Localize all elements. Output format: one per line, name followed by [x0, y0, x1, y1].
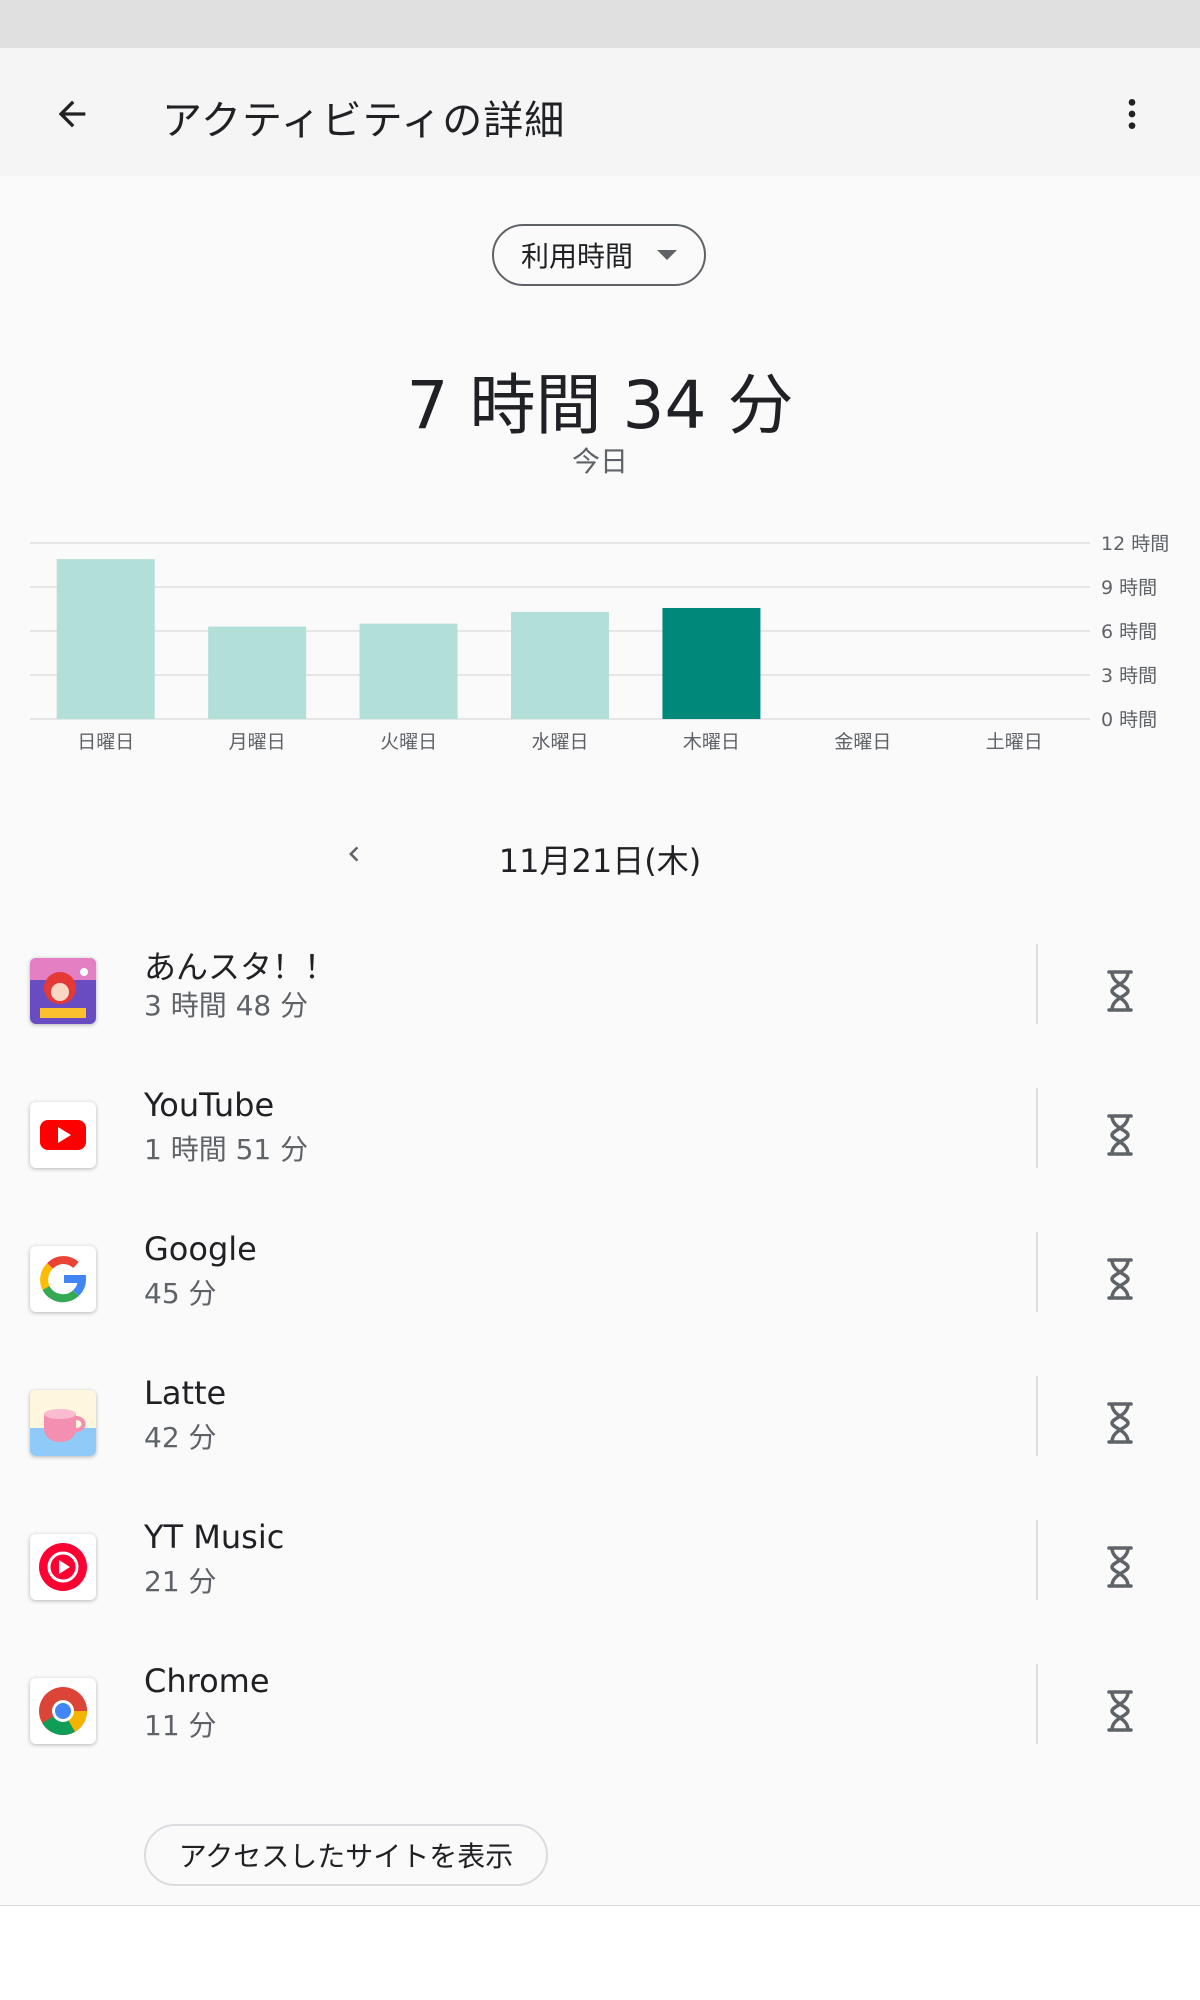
y-tick-label: 6 時間: [1101, 621, 1157, 643]
dropdown-arrow-icon: [657, 250, 677, 260]
divider: [1036, 1520, 1038, 1600]
ensemble-stars-icon: [30, 958, 96, 1024]
more-vert-icon: [1128, 99, 1136, 129]
x-tick-label: 金曜日: [834, 731, 891, 753]
google-icon: [30, 1246, 96, 1312]
metric-dropdown[interactable]: 利用時間: [492, 224, 706, 286]
chart-bar[interactable]: [511, 611, 609, 719]
hourglass-icon: [1107, 1402, 1133, 1444]
app-usage-time: 21 分: [144, 1565, 217, 1598]
app-timer-button[interactable]: [1090, 1534, 1150, 1600]
hourglass-icon: [1107, 1690, 1133, 1732]
y-tick-label: 9 時間: [1101, 577, 1157, 599]
y-tick-label: 12 時間: [1101, 533, 1169, 555]
youtube-icon: [30, 1102, 96, 1168]
x-tick-label: 水曜日: [531, 731, 588, 753]
arrow-left-icon: [58, 100, 86, 128]
divider: [1036, 944, 1038, 1024]
hourglass-icon: [1107, 1258, 1133, 1300]
x-tick-label: 木曜日: [683, 731, 740, 753]
app-name: Latte: [144, 1374, 227, 1412]
app-name: Chrome: [144, 1662, 270, 1700]
list-item[interactable]: Chrome 11 分: [0, 1640, 1200, 1784]
hourglass-icon: [1107, 1114, 1133, 1156]
page-title: アクティビティの詳細: [162, 98, 566, 144]
list-item[interactable]: Latte 42 分: [0, 1352, 1200, 1496]
y-tick-label: 3 時間: [1101, 665, 1157, 687]
x-tick-label: 月曜日: [229, 731, 286, 753]
app-usage-time: 1 時間 51 分: [144, 1133, 309, 1166]
metric-dropdown-label: 利用時間: [520, 240, 633, 273]
divider: [0, 1905, 1200, 1906]
x-tick-label: 火曜日: [380, 731, 437, 753]
more-options-button[interactable]: [1100, 82, 1164, 146]
list-item[interactable]: あんスタ！！ 3 時間 48 分: [0, 920, 1200, 1064]
app-usage-time: 11 分: [144, 1709, 217, 1742]
hourglass-icon: [1107, 970, 1133, 1012]
x-tick-label: 日曜日: [77, 731, 134, 753]
yt-music-icon: [30, 1534, 96, 1600]
selected-date: 11月21日(木): [498, 842, 702, 880]
view-visited-sites-button[interactable]: アクセスしたサイトを表示: [144, 1824, 548, 1886]
x-tick-label: 土曜日: [986, 731, 1043, 753]
chart-bar[interactable]: [662, 607, 761, 719]
app-name: あんスタ！！: [144, 948, 337, 986]
app-timer-button[interactable]: [1090, 958, 1150, 1024]
app-usage-time: 42 分: [144, 1421, 217, 1454]
chart-bar[interactable]: [56, 559, 155, 719]
chart-bar[interactable]: [208, 626, 307, 719]
list-item[interactable]: YT Music 21 分: [0, 1496, 1200, 1640]
divider: [1036, 1232, 1038, 1312]
chart-bar[interactable]: [359, 623, 458, 719]
divider: [1036, 1376, 1038, 1456]
app-timer-button[interactable]: [1090, 1678, 1150, 1744]
divider: [1036, 1664, 1038, 1744]
app-name: YouTube: [144, 1086, 275, 1124]
hourglass-icon: [1107, 1546, 1133, 1588]
app-usage-time: 3 時間 48 分: [144, 989, 309, 1022]
y-tick-label: 0 時間: [1101, 709, 1157, 731]
status-bar: [0, 0, 1200, 48]
divider: [1036, 1088, 1038, 1168]
app-name: YT Music: [144, 1518, 285, 1556]
app-usage-time: 45 分: [144, 1277, 217, 1310]
app-timer-button[interactable]: [1090, 1390, 1150, 1456]
app-timer-button[interactable]: [1090, 1102, 1150, 1168]
list-item[interactable]: Google 45 分: [0, 1208, 1200, 1352]
list-item[interactable]: YouTube 1 時間 51 分: [0, 1064, 1200, 1208]
back-button[interactable]: [40, 82, 104, 146]
usage-bar-chart: 0 時間 3 時間 6 時間 9 時間 12 時間日曜日 月曜日 火曜日 水曜日 木曜日 金曜日 土…: [30, 533, 1169, 753]
period-label: 今日: [571, 445, 628, 478]
chrome-icon: [30, 1678, 96, 1744]
latte-cup-icon: [30, 1390, 96, 1456]
app-timer-button[interactable]: [1090, 1246, 1150, 1312]
total-usage: 7 時間 34 分: [406, 367, 794, 444]
app-name: Google: [144, 1230, 257, 1268]
